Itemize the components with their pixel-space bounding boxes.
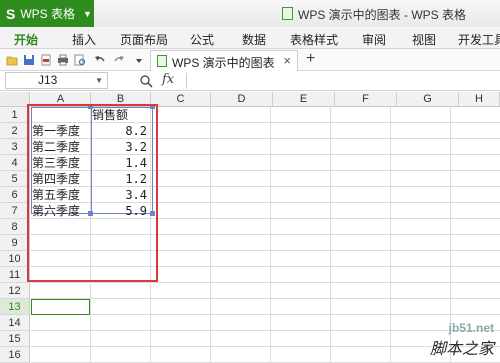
tab-page-layout[interactable]: 页面布局 (120, 31, 168, 48)
cell-reference: J13 (38, 73, 58, 87)
name-box[interactable]: J13 ▼ (5, 72, 108, 89)
column-header-f[interactable]: F (335, 92, 397, 107)
watermark: jb51.net 脚本之家 (430, 321, 494, 359)
search-icon[interactable] (139, 74, 153, 88)
save-icon[interactable] (23, 54, 35, 66)
tab-home[interactable]: 开始 (14, 31, 38, 48)
column-header-g[interactable]: G (397, 92, 459, 107)
watermark-name: 脚本之家 (429, 341, 494, 358)
row-header-13[interactable]: 13 (0, 299, 30, 315)
row-header-12[interactable]: 12 (0, 283, 30, 299)
watermark-url: jb51.net (448, 321, 494, 335)
tab-table-styles[interactable]: 表格样式 (290, 31, 338, 48)
column-header-e[interactable]: E (273, 92, 335, 107)
highlight-box (27, 104, 158, 282)
select-all-corner[interactable] (0, 92, 30, 107)
window-title: WPS 演示中的图表 - WPS 表格 (298, 8, 467, 22)
chevron-down-icon[interactable]: ▼ (95, 73, 103, 88)
open-icon[interactable] (6, 54, 18, 66)
row-header-15[interactable]: 15 (0, 331, 30, 347)
spreadsheet-file-icon (157, 55, 167, 67)
active-cell[interactable] (31, 299, 90, 315)
tab-data[interactable]: 数据 (242, 31, 266, 48)
row-header-11[interactable]: 11 (0, 267, 30, 283)
print-icon[interactable] (57, 54, 69, 66)
formula-divider (186, 73, 187, 89)
close-icon[interactable]: × (283, 53, 291, 68)
title-bar: S WPS 表格 ▼ WPS 演示中的图表 - WPS 表格 (0, 0, 500, 27)
more-icon[interactable] (133, 54, 145, 66)
app-name: WPS 表格 (20, 7, 76, 21)
row-header-1[interactable]: 1 (0, 107, 30, 123)
row-header-4[interactable]: 4 (0, 155, 30, 171)
print-preview-icon[interactable] (74, 54, 86, 66)
row-header-9[interactable]: 9 (0, 235, 30, 251)
column-header-d[interactable]: D (211, 92, 273, 107)
tab-formulas[interactable]: 公式 (190, 31, 214, 48)
new-tab-button[interactable]: + (306, 50, 315, 68)
tab-view[interactable]: 视图 (412, 31, 436, 48)
spreadsheet-file-icon (282, 7, 293, 20)
export-pdf-icon[interactable] (40, 54, 52, 66)
formula-bar: J13 ▼ fx (0, 71, 500, 91)
row-header-3[interactable]: 3 (0, 139, 30, 155)
row-header-10[interactable]: 10 (0, 251, 30, 267)
tab-developer[interactable]: 开发工具 (458, 31, 500, 48)
app-menu-button[interactable]: S WPS 表格 ▼ (0, 0, 94, 27)
undo-icon[interactable] (94, 54, 106, 66)
column-header-h[interactable]: H (459, 92, 500, 107)
tab-review[interactable]: 审阅 (362, 31, 386, 48)
row-header-8[interactable]: 8 (0, 219, 30, 235)
row-header-6[interactable]: 6 (0, 187, 30, 203)
row-header-5[interactable]: 5 (0, 171, 30, 187)
wps-logo-icon: S (6, 5, 16, 22)
document-tab-label: WPS 演示中的图表 (172, 56, 275, 70)
document-tab[interactable]: WPS 演示中的图表 × (150, 50, 298, 71)
row-header-16[interactable]: 16 (0, 347, 30, 363)
redo-icon[interactable] (113, 54, 125, 66)
ribbon-tabs: 开始 插入 页面布局 公式 数据 表格样式 审阅 视图 开发工具 (0, 27, 500, 49)
column-header-c[interactable]: C (151, 92, 211, 107)
tab-insert[interactable]: 插入 (72, 31, 96, 48)
row-header-7[interactable]: 7 (0, 203, 30, 219)
row-header-2[interactable]: 2 (0, 123, 30, 139)
row-header-14[interactable]: 14 (0, 315, 30, 331)
function-icon[interactable]: fx (162, 72, 174, 87)
chevron-down-icon: ▼ (83, 8, 92, 19)
quick-access-toolbar: WPS 演示中的图表 × + (0, 49, 500, 71)
